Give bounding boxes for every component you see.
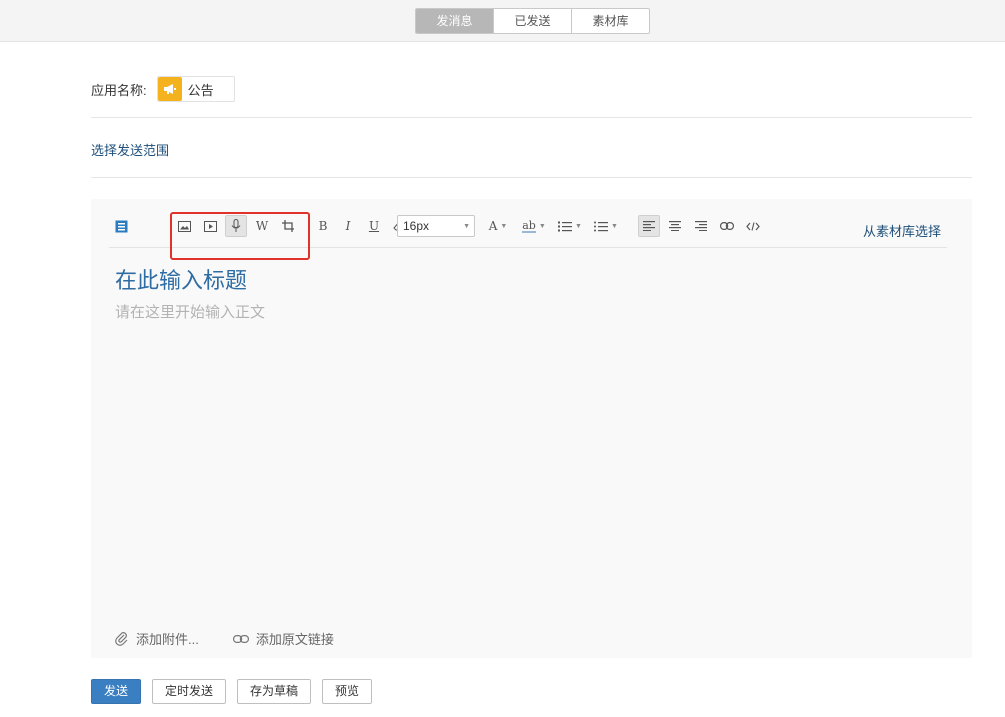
code-icon[interactable]: [743, 215, 763, 237]
save-draft-button[interactable]: 存为草稿: [237, 679, 312, 704]
paperclip-icon: [115, 631, 128, 646]
font-size-select[interactable]: 16px ▼: [397, 215, 475, 237]
align-right-icon[interactable]: [691, 215, 711, 237]
chevron-down-icon: ▼: [500, 222, 508, 230]
top-bar: 发消息 已发送 素材库: [0, 0, 1005, 42]
chevron-down-icon: ▼: [538, 222, 546, 230]
title-input[interactable]: 在此输入标题: [115, 263, 247, 295]
app-selector[interactable]: 公告: [156, 76, 235, 102]
add-attachment-button[interactable]: 添加附件...: [115, 629, 199, 648]
add-source-link-label: 添加原文链接: [255, 632, 334, 647]
link-icon: [232, 634, 249, 643]
tab-material-library[interactable]: 素材库: [571, 9, 649, 33]
chevron-down-icon: ▼: [463, 222, 470, 230]
voice-icon[interactable]: [225, 215, 247, 237]
add-attachment-label: 添加附件...: [136, 632, 199, 647]
add-source-link-button[interactable]: 添加原文链接: [232, 629, 334, 648]
editor-toolbar: W B I U 16px ▼ A ▼ ab ▼ ▼ ▼ 从素材库选择: [109, 209, 947, 260]
align-left-icon[interactable]: [638, 215, 660, 237]
chevron-down-icon: ▼: [611, 222, 618, 230]
unordered-list-icon[interactable]: ▼: [591, 215, 621, 237]
select-from-library-link[interactable]: 从素材库选择: [863, 221, 941, 240]
tab-send-message[interactable]: 发消息: [416, 9, 493, 33]
megaphone-icon: [157, 77, 182, 101]
image-icon[interactable]: [174, 215, 194, 237]
app-name-row: 应用名称: 公告: [91, 76, 235, 102]
bold-icon[interactable]: B: [313, 215, 333, 237]
ordered-list-icon[interactable]: ▼: [555, 215, 585, 237]
divider: [91, 177, 972, 178]
app-name-value: 公告: [187, 82, 214, 98]
align-center-icon[interactable]: [665, 215, 685, 237]
schedule-send-button[interactable]: 定时发送: [152, 679, 227, 704]
highlight-icon[interactable]: ab ▼: [518, 215, 550, 237]
link-icon[interactable]: [717, 215, 737, 237]
preview-button[interactable]: 预览: [322, 679, 373, 704]
body-input[interactable]: 请在这里开始输入正文: [115, 301, 265, 322]
italic-icon[interactable]: I: [338, 215, 358, 237]
attachment-row: 添加附件... 添加原文链接: [115, 629, 334, 648]
crop-icon[interactable]: [278, 215, 298, 237]
word-icon[interactable]: W: [252, 215, 272, 237]
font-color-icon[interactable]: A ▼: [484, 215, 512, 237]
send-button[interactable]: 发送: [91, 679, 142, 704]
tab-sent[interactable]: 已发送: [493, 9, 571, 33]
message-editor: W B I U 16px ▼ A ▼ ab ▼ ▼ ▼ 从素材库选择 在此输入标…: [91, 199, 972, 658]
divider: [91, 117, 972, 118]
chevron-down-icon: ▼: [575, 222, 582, 230]
video-icon[interactable]: [200, 215, 220, 237]
underline-icon[interactable]: U: [364, 215, 384, 237]
select-scope-link[interactable]: 选择发送范围: [91, 140, 169, 159]
article-icon[interactable]: [111, 215, 131, 237]
app-name-label: 应用名称:: [91, 82, 147, 98]
action-bar: 发送 定时发送 存为草稿 预览: [91, 679, 383, 704]
tab-group: 发消息 已发送 素材库: [415, 8, 650, 34]
